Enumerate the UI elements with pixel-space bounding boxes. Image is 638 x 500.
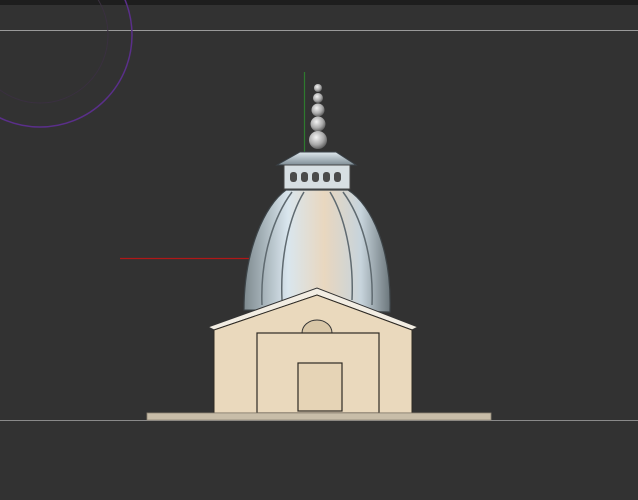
door [297, 362, 343, 412]
finial [309, 84, 327, 149]
view-gizmo-inner [0, 0, 109, 104]
view-gizmo-circle[interactable] [0, 0, 133, 128]
3d-viewport[interactable] [0, 0, 638, 500]
top-border [0, 0, 638, 5]
dome-cap [275, 151, 358, 166]
temple-model[interactable] [146, 84, 492, 421]
base-platform [146, 412, 492, 421]
viewport-canvas[interactable] [0, 0, 638, 500]
